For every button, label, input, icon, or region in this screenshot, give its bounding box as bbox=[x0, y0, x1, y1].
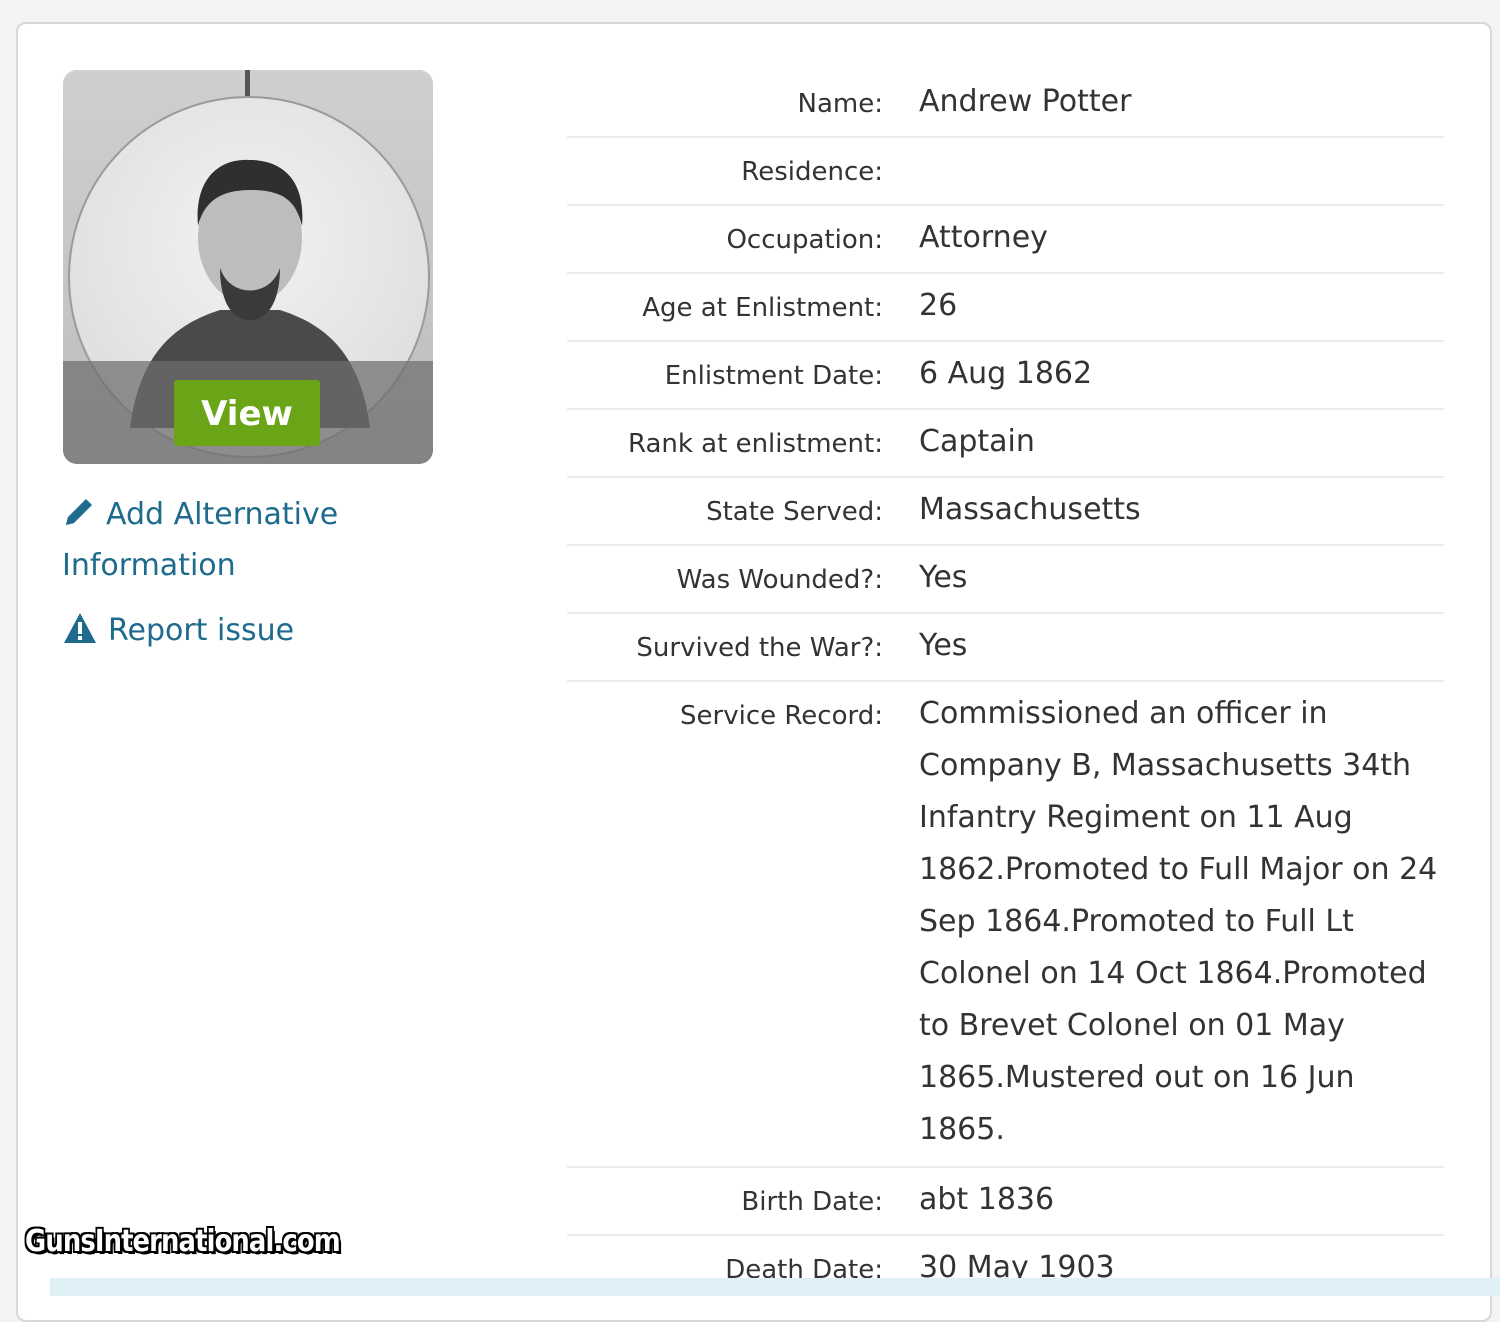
detail-row-occupation: Occupation: Attorney bbox=[567, 206, 1444, 274]
detail-label: Occupation: bbox=[726, 225, 883, 255]
soldier-photo[interactable]: View bbox=[63, 70, 433, 464]
detail-label: Age at Enlistment: bbox=[642, 293, 883, 323]
detail-value: Attorney bbox=[919, 220, 1048, 255]
watermark: GunsInternational.com bbox=[25, 1224, 341, 1259]
detail-value: Captain bbox=[919, 424, 1035, 459]
detail-value: Andrew Potter bbox=[919, 84, 1132, 119]
bottom-strip bbox=[50, 1278, 1500, 1296]
detail-row-birth-date: Birth Date: abt 1836 bbox=[567, 1168, 1444, 1236]
detail-row-state: State Served: Massachusetts bbox=[567, 478, 1444, 546]
detail-value: Yes bbox=[919, 628, 968, 663]
report-issue-link[interactable]: Report issue bbox=[62, 608, 294, 659]
detail-value: 6 Aug 1862 bbox=[919, 356, 1093, 391]
detail-label: Survived the War?: bbox=[636, 633, 883, 663]
soldier-details-table: Name: Andrew Potter Residence: Occupatio… bbox=[567, 70, 1444, 1304]
detail-row-service-record: Service Record: Commissioned an officer … bbox=[567, 682, 1444, 1168]
detail-label: Birth Date: bbox=[741, 1187, 883, 1217]
detail-label: Service Record: bbox=[680, 701, 883, 731]
detail-row-rank: Rank at enlistment: Captain bbox=[567, 410, 1444, 478]
detail-row-residence: Residence: bbox=[567, 138, 1444, 206]
report-issue-label: Report issue bbox=[108, 613, 295, 648]
detail-row-age: Age at Enlistment: 26 bbox=[567, 274, 1444, 342]
detail-label: State Served: bbox=[706, 497, 883, 527]
detail-value: 26 bbox=[919, 288, 958, 323]
detail-label: Residence: bbox=[741, 157, 883, 187]
warning-icon bbox=[62, 611, 98, 659]
detail-value: Commissioned an officer in Company B, Ma… bbox=[919, 696, 1438, 1147]
detail-label: Enlistment Date: bbox=[664, 361, 883, 391]
pencil-icon bbox=[62, 495, 96, 543]
detail-label: Name: bbox=[797, 89, 883, 119]
detail-label: Was Wounded?: bbox=[676, 565, 883, 595]
detail-row-enlistment-date: Enlistment Date: 6 Aug 1862 bbox=[567, 342, 1444, 410]
detail-label: Rank at enlistment: bbox=[627, 429, 883, 459]
add-alternative-label: Add Alternative Information bbox=[62, 497, 339, 583]
detail-value bbox=[919, 138, 1444, 204]
detail-row-survived: Survived the War?: Yes bbox=[567, 614, 1444, 682]
detail-value: Yes bbox=[919, 560, 968, 595]
detail-row-name: Name: Andrew Potter bbox=[567, 70, 1444, 138]
detail-row-wounded: Was Wounded?: Yes bbox=[567, 546, 1444, 614]
detail-value: abt 1836 bbox=[919, 1182, 1055, 1217]
view-photo-button[interactable]: View bbox=[174, 380, 320, 446]
detail-value: Massachusetts bbox=[919, 492, 1141, 527]
add-alternative-info-link[interactable]: Add Alternative Information bbox=[62, 492, 382, 589]
